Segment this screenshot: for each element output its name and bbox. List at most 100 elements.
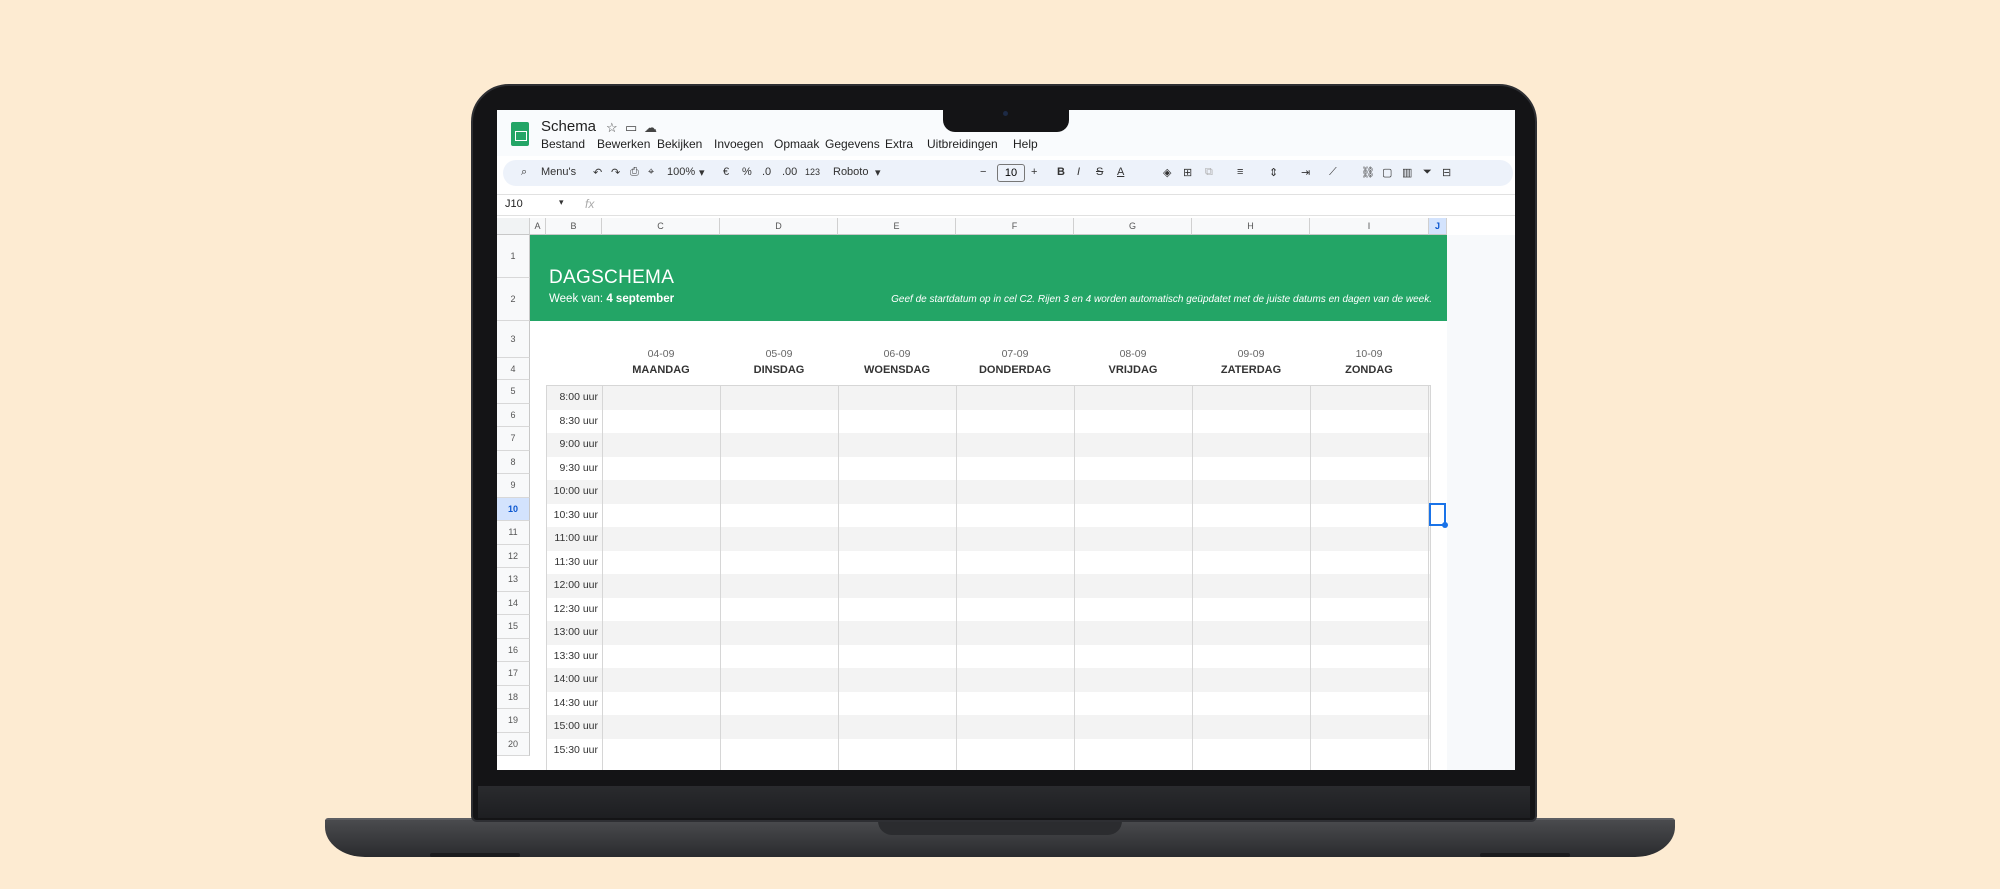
column-header-j[interactable]: J (1429, 218, 1447, 235)
laptop-trackpad-notch (878, 820, 1122, 835)
star-icon[interactable]: ☆ (606, 120, 618, 136)
row-header-17[interactable]: 17 (497, 662, 530, 686)
menu-item-bekijken[interactable]: Bekijken (657, 137, 702, 151)
menu-item-bestand[interactable]: Bestand (541, 137, 585, 151)
link-icon[interactable]: ⛓ (1361, 166, 1375, 179)
font-select[interactable]: Roboto (833, 166, 868, 178)
empty-sheet-area[interactable] (1447, 235, 1515, 770)
italic-button[interactable]: I (1077, 166, 1080, 178)
menu-item-invoegen[interactable]: Invoegen (714, 137, 763, 151)
chevron-down-icon[interactable]: ▾ (559, 197, 564, 208)
column-header-a[interactable]: A (530, 218, 546, 235)
column-header-e[interactable]: E (838, 218, 956, 235)
row-header-15[interactable]: 15 (497, 615, 530, 639)
column-header-h[interactable]: H (1192, 218, 1310, 235)
chevron-down-icon[interactable]: ▾ (875, 166, 881, 179)
row-header-11[interactable]: 11 (497, 521, 530, 545)
row-header-6[interactable]: 6 (497, 403, 530, 427)
document-title[interactable]: Schema (541, 118, 596, 135)
row-header-10[interactable]: 10 (497, 497, 530, 521)
increase-font-size-button[interactable]: + (1031, 166, 1037, 178)
table-row: 11:30 uur (547, 551, 1430, 575)
table-row: 9:30 uur (547, 457, 1430, 481)
table-row: 11:00 uur (547, 527, 1430, 551)
cloud-icon[interactable]: ☁ (644, 120, 657, 136)
column-header-i[interactable]: I (1310, 218, 1429, 235)
day-name: ZONDAG (1345, 364, 1393, 376)
filter-icon[interactable]: ⏷ (1423, 166, 1432, 179)
menu-item-gegevens[interactable]: Gegevens (825, 137, 880, 151)
borders-icon[interactable]: ⊞ (1183, 166, 1192, 179)
column-divider (1192, 386, 1193, 770)
redo-icon[interactable]: ↷ (611, 166, 620, 179)
comment-icon[interactable]: ▢ (1382, 166, 1392, 179)
laptop-foot-right (1480, 853, 1570, 857)
time-slot-label: 12:30 uur (553, 602, 598, 615)
row-header-2[interactable]: 2 (497, 278, 530, 321)
row-header-19[interactable]: 19 (497, 709, 530, 733)
row-header-20[interactable]: 20 (497, 732, 530, 756)
zoom-select[interactable]: 100% (667, 166, 695, 178)
bold-button[interactable]: B (1057, 166, 1065, 178)
merge-cells-icon[interactable]: ⧉ (1205, 166, 1213, 179)
text-color-button[interactable]: A (1117, 166, 1124, 178)
search-icon[interactable]: ⌕ (521, 166, 527, 179)
menu-item-opmaak[interactable]: Opmaak (774, 137, 819, 151)
print-icon[interactable]: ⎙ (630, 166, 639, 179)
undo-icon[interactable]: ↶ (593, 166, 602, 179)
formula-icon: fx (585, 197, 595, 211)
day-date: 06-09 (883, 348, 911, 360)
row-header-13[interactable]: 13 (497, 568, 530, 592)
select-all-corner[interactable] (497, 218, 530, 235)
menu-item-extra[interactable]: Extra (885, 137, 913, 151)
column-header-d[interactable]: D (720, 218, 838, 235)
fill-handle[interactable] (1442, 522, 1448, 528)
name-box[interactable]: J10 (505, 198, 523, 210)
text-wrap-icon[interactable]: ⇥ (1301, 166, 1310, 179)
row-header-9[interactable]: 9 (497, 474, 530, 498)
time-slot-label: 13:30 uur (553, 649, 598, 662)
menu-item-bewerken[interactable]: Bewerken (597, 137, 650, 151)
move-folder-icon[interactable]: ▭ (625, 120, 637, 136)
day-name: DONDERDAG (978, 364, 1052, 376)
row-header-5[interactable]: 5 (497, 380, 530, 404)
row-header-14[interactable]: 14 (497, 591, 530, 615)
column-divider (1310, 386, 1311, 770)
chart-icon[interactable]: ▥ (1402, 166, 1412, 179)
currency-button[interactable]: € (723, 166, 729, 178)
row-header-1[interactable]: 1 (497, 235, 530, 278)
column-header-c[interactable]: C (602, 218, 720, 235)
column-header-g[interactable]: G (1074, 218, 1192, 235)
row-header-16[interactable]: 16 (497, 638, 530, 662)
paint-format-icon[interactable]: ⌖ (648, 166, 654, 179)
row-header-3[interactable]: 3 (497, 321, 530, 358)
decrease-font-size-button[interactable]: − (980, 166, 986, 178)
table-view-icon[interactable]: ⊟ (1442, 166, 1451, 179)
row-header-12[interactable]: 12 (497, 544, 530, 568)
menu-item-uitbreidingen[interactable]: Uitbreidingen (927, 137, 998, 151)
number-format-button[interactable]: 123 (805, 167, 820, 177)
align-left-icon[interactable]: ≡ (1237, 166, 1243, 178)
menu-search-label[interactable]: Menu's (541, 166, 576, 178)
column-header-b[interactable]: B (546, 218, 602, 235)
font-size-input[interactable]: 10 (997, 164, 1025, 182)
sheets-logo-icon[interactable] (511, 122, 529, 146)
strikethrough-button[interactable]: S (1096, 166, 1103, 178)
increase-decimal-button[interactable]: .00 (782, 166, 797, 178)
percent-button[interactable]: % (742, 166, 752, 178)
laptop-foot-left (430, 853, 520, 857)
fill-color-icon[interactable]: ◈ (1163, 166, 1171, 179)
row-header-7[interactable]: 7 (497, 427, 530, 451)
vertical-align-icon[interactable]: ⇕ (1269, 166, 1278, 179)
row-header-4[interactable]: 4 (497, 358, 530, 380)
chevron-down-icon[interactable]: ▾ (699, 166, 705, 179)
text-rotation-icon[interactable]: ⟋ (1329, 166, 1337, 179)
menu-item-help[interactable]: Help (1013, 137, 1038, 151)
column-divider (720, 386, 721, 770)
column-header-f[interactable]: F (956, 218, 1074, 235)
week-start-date[interactable]: 4 september (606, 293, 674, 305)
schedule-grid: 8:00 uur 8:30 uur 9:00 uur 9:30 uur 10:00 uu… (546, 385, 1431, 770)
decrease-decimal-button[interactable]: .0 (762, 166, 771, 178)
row-header-18[interactable]: 18 (497, 685, 530, 709)
row-header-8[interactable]: 8 (497, 450, 530, 474)
